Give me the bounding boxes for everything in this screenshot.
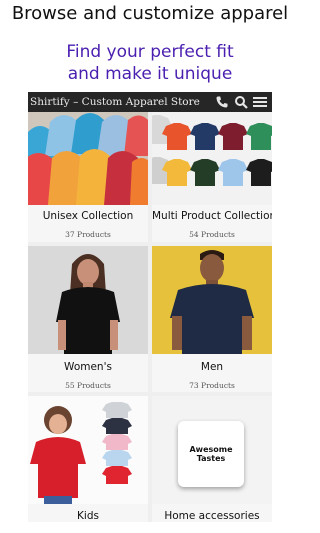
collection-count: 54 Products	[189, 230, 235, 239]
collection-name: Women's	[64, 361, 112, 373]
collection-card-multi-product[interactable]: Multi Product Collection 54 Products	[152, 112, 272, 242]
collection-count: 73 Products	[189, 381, 235, 390]
app-header: Shirtify – Custom Apparel Store	[28, 92, 272, 112]
collection-card-womens[interactable]: Women's 55 Products	[28, 246, 148, 392]
home-accessories-image: Awesome Tastes	[152, 396, 272, 504]
kids-image	[28, 396, 148, 504]
collection-name: Unisex Collection	[42, 210, 134, 222]
app-screen: Shirtify – Custom Apparel Store Unisex C…	[28, 92, 272, 522]
collection-card-kids[interactable]: Kids	[28, 396, 148, 522]
men-model-image	[152, 246, 272, 354]
collection-name: Multi Product Collection	[152, 210, 272, 222]
collection-card-men[interactable]: Men 73 Products	[152, 246, 272, 392]
collection-count: 55 Products	[65, 381, 111, 390]
collection-count: 37 Products	[65, 230, 111, 239]
promo-subtitle-line1: Find your perfect fit	[66, 42, 234, 62]
collection-card-home-accessories[interactable]: Awesome Tastes Home accessories	[152, 396, 272, 522]
multi-tshirts-image	[152, 112, 272, 205]
store-title[interactable]: Shirtify – Custom Apparel Store	[28, 96, 215, 108]
womens-model-image	[28, 246, 148, 354]
menu-icon[interactable]	[253, 95, 267, 109]
search-icon[interactable]	[234, 95, 248, 109]
awesome-tastes-coaster: Awesome Tastes	[178, 421, 244, 487]
unisex-hoodies-image	[28, 112, 148, 205]
coaster-text-line2: Tastes	[196, 454, 226, 463]
collection-name: Men	[200, 361, 224, 373]
coaster-text-line1: Awesome	[189, 445, 233, 454]
phone-icon[interactable]	[215, 95, 229, 109]
promo-heading: Browse and customize apparel	[11, 3, 289, 24]
promo-subtitle-line2: and make it unique	[67, 64, 233, 84]
collection-card-unisex[interactable]: Unisex Collection 37 Products	[28, 112, 148, 242]
collection-name: Home accessories	[164, 510, 260, 522]
collection-name: Kids	[77, 510, 99, 522]
